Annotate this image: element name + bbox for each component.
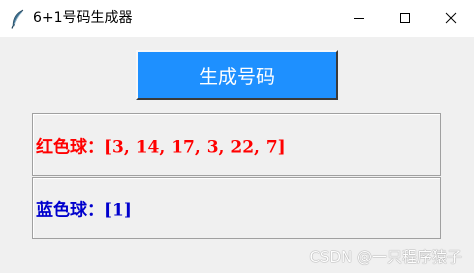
app-window: 6+1号码生成器 生成号码 红色球：[3, 14, 17, 3, 22, 7] [0, 0, 474, 273]
maximize-button[interactable] [382, 0, 428, 37]
close-button[interactable] [428, 0, 474, 37]
watermark: CSDN @一只程序猿子 [309, 248, 462, 266]
generate-button-label: 生成号码 [198, 65, 275, 88]
generate-numbers-button[interactable]: 生成号码 [136, 50, 338, 100]
feather-icon [10, 9, 26, 29]
maximize-icon [399, 9, 411, 28]
red-ball-panel: 红色球：[3, 14, 17, 3, 22, 7] [32, 113, 441, 176]
red-ball-result: 红色球：[3, 14, 17, 3, 22, 7] [36, 137, 286, 157]
minimize-icon [353, 9, 365, 28]
close-icon [445, 9, 457, 28]
blue-ball-result: 蓝色球：[1] [36, 200, 132, 221]
blue-ball-panel: 蓝色球：[1] [32, 177, 441, 239]
title-bar[interactable]: 6+1号码生成器 [0, 0, 474, 37]
minimize-button[interactable] [336, 0, 382, 37]
window-title: 6+1号码生成器 [33, 10, 133, 26]
